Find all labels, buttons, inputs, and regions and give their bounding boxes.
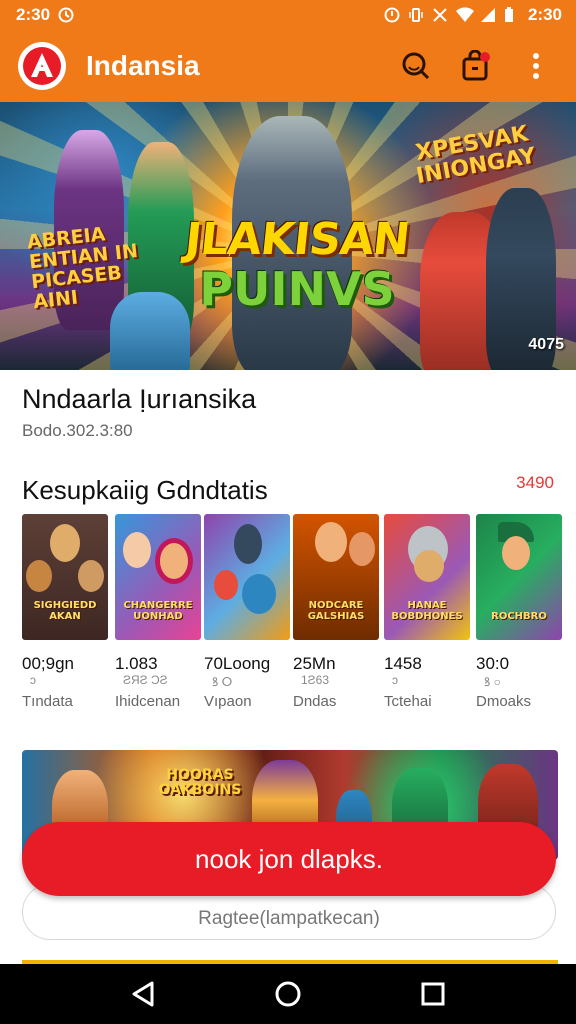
hero-title: JLAKISAN PUINVS: [182, 214, 412, 316]
shop-button[interactable]: [454, 44, 498, 88]
game-card-thumb-label: NODCARE GALSHIAS: [307, 600, 365, 622]
search-button[interactable]: [394, 44, 438, 88]
game-card[interactable]: 70Loong ꝸ ⵔ Vıpaon: [204, 514, 290, 710]
join-button[interactable]: nook jon dlapks.: [22, 822, 556, 896]
nav-recents-button[interactable]: [409, 970, 457, 1018]
game-card-stat: 70Loong: [204, 654, 271, 673]
status-time: 2:30: [16, 5, 51, 24]
recents-icon: [421, 982, 445, 1006]
game-id: Bodo.302.3:80: [22, 421, 133, 440]
hero-title-line2: PUINVS: [199, 262, 395, 316]
game-card[interactable]: NODCARE GALSHIAS 25Mn 1Ƨ63 Dndas: [293, 514, 379, 710]
game-card-thumbnail: CHANGERRE UONHAD: [115, 514, 201, 640]
game-card-thumbnail: [204, 514, 290, 640]
status-right-time: 2:30: [527, 5, 562, 24]
game-card-thumb-label: HANAE BOBDHONES: [391, 600, 463, 622]
game-card-thumbnail: ROCHBRO: [476, 514, 562, 640]
thumb-character: [242, 574, 276, 614]
game-card-sub: ꝸ ⵔ: [212, 675, 233, 689]
hero-character: [110, 292, 190, 370]
system-nav-bar: [0, 964, 576, 1024]
signal-icon: [480, 7, 496, 23]
promo-label: HOORAS OAKBOINS: [158, 767, 242, 798]
logo-icon: [23, 47, 61, 85]
thumb-character: [234, 524, 262, 564]
thumb-character: [123, 532, 151, 568]
search-icon: [402, 52, 430, 80]
status-right: 2:30: [384, 5, 562, 25]
game-card-stat: 30:0: [476, 654, 510, 673]
nav-home-button[interactable]: [264, 970, 312, 1018]
shop-bag-icon: [462, 50, 490, 81]
game-card-sub: 1Ƨ63: [301, 673, 330, 687]
game-card-stat: 1458: [384, 654, 422, 673]
mute-icon: [432, 7, 448, 23]
game-card-thumb-label: ROCHBRO: [491, 610, 547, 622]
thumb-character: [214, 570, 238, 600]
game-card-name: Tındata: [22, 693, 73, 710]
game-card-thumbnail: HANAE BOBDHONES: [384, 514, 470, 640]
game-card-thumb-label: CHANGERRE UONHAD: [123, 600, 193, 622]
more-button[interactable]: [514, 44, 558, 88]
thumb-character: [502, 536, 530, 570]
game-card-name: Dndas: [293, 693, 337, 710]
section-more-link[interactable]: 3490: [516, 473, 554, 493]
game-card-sub: ɔ: [392, 673, 398, 687]
game-card[interactable]: SIGHGIEDD AKAN 00;9gn ↄ Tındata: [22, 514, 108, 710]
thumb-character: [26, 560, 52, 592]
game-card[interactable]: HANAE BOBDHONES 1458 ɔ Tctehai: [384, 514, 470, 710]
game-title: Nndaarla Ịurıansika: [22, 384, 257, 414]
game-card-thumbnail: NODCARE GALSHIAS: [293, 514, 379, 640]
hero-counter: 4075: [528, 336, 564, 353]
game-card-name: Ihidcenan: [115, 693, 181, 710]
game-card-stat: 25Mn: [293, 654, 336, 673]
thumb-character: [349, 532, 375, 566]
game-card-thumbnail: SIGHGIEDD AKAN: [22, 514, 108, 640]
thumb-character: [315, 522, 347, 562]
game-card-sub: ↄ: [30, 673, 36, 687]
hero-title-line1: JLAKISAN: [182, 214, 412, 265]
thumb-character: [50, 524, 80, 562]
status-left: 2:30: [16, 5, 74, 25]
game-card-name: Dmoaks: [476, 693, 532, 710]
game-card-sub: ƧЯƧ ƆƧ: [123, 673, 168, 687]
app-title: Indansia: [86, 50, 200, 81]
game-card-stat: 00;9gn: [22, 654, 74, 673]
hero-banner[interactable]: ABREIA ENTIAN IN PICASEB AINI XPESVAK IN…: [0, 102, 576, 370]
game-card-stat: 1.083: [115, 654, 158, 673]
clock-icon: [384, 7, 400, 23]
app-screen: 2:30 2:30 Indansia ABREIA ENTIAN IN PICA…: [0, 0, 576, 1024]
nav-back-button[interactable]: [119, 970, 167, 1018]
app-logo[interactable]: [18, 42, 66, 90]
game-card[interactable]: CHANGERRE UONHAD 1.083 ƧЯƧ ƆƧ Ihidcenan: [115, 514, 201, 710]
game-card-name: Tctehai: [384, 693, 432, 710]
vibrate-icon: [408, 7, 424, 23]
status-bar: 2:30 2:30: [0, 0, 576, 30]
game-card-name: Vıpaon: [204, 693, 252, 710]
section-title: Kesupkaiig Gdndtatis: [22, 475, 268, 505]
game-card-sub: ꝸ ○: [484, 675, 501, 689]
thumb-character: [155, 538, 193, 584]
alarm-icon: [58, 7, 74, 23]
hero-subtitle-left: ABREIA ENTIAN IN PICASEB AINI: [26, 223, 139, 313]
thumb-character: [78, 560, 104, 592]
home-icon: [275, 981, 301, 1007]
app-bar: Indansia: [0, 30, 576, 102]
game-card-thumb-label: SIGHGIEDD AKAN: [33, 600, 97, 622]
more-vert-icon: [533, 53, 539, 79]
back-icon: [132, 981, 154, 1007]
game-card-list: SIGHGIEDD AKAN 00;9gn ↄ Tındata CHANGERR…: [22, 514, 576, 714]
wifi-icon: [455, 7, 474, 23]
thumb-character: [414, 550, 444, 582]
battery-icon: [504, 7, 520, 23]
game-card[interactable]: ROCHBRO 30:0 ꝸ ○ Dmoaks: [476, 514, 562, 710]
